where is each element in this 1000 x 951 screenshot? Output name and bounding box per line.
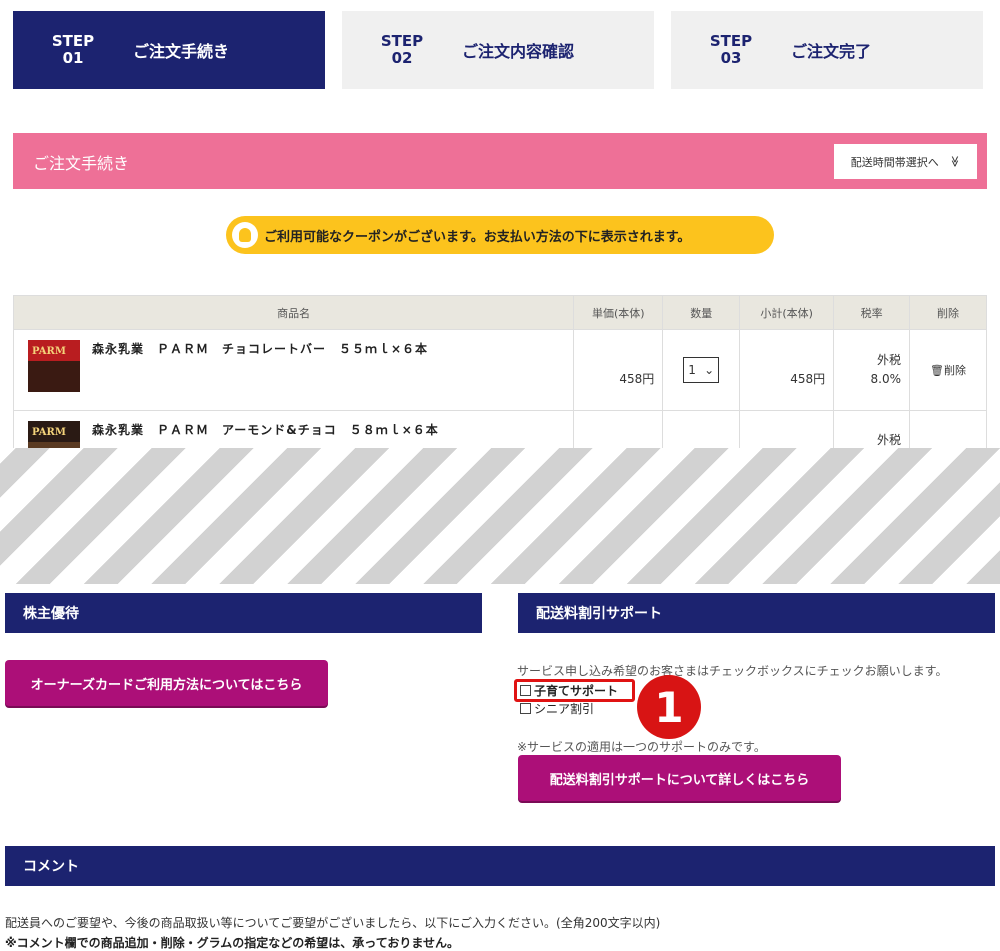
step-badge: 1 [637,675,701,739]
step-label: ご注文内容確認 [462,42,575,61]
shipping-support-details-button[interactable]: 配送料割引サポートについて詳しくはこちら [518,755,841,801]
chevron-down-icon: ≫ [947,155,960,168]
trash-icon: 🗑 [930,364,944,377]
step-03: STEP 03 ご注文完了 [671,11,983,89]
delete-button[interactable]: 🗑削除 [909,329,987,411]
comment-warning: ※コメント欄での商品追加・削除・グラムの指定などの希望は、承っておりません。 [5,936,459,950]
col-subtotal: 小計(本体) [739,295,835,330]
service-note: ※サービスの適用は一つのサポートのみです。 [517,740,766,754]
checkbox[interactable] [520,703,531,714]
lightbulb-icon [232,222,258,248]
product-cell: PARM 森永乳業 ＰＡＲＭ チョコレートバー ５５ｍｌ×６本 [14,330,573,410]
senior-discount-checkbox[interactable]: シニア割引 [520,700,594,717]
step-label: ご注文完了 [791,42,872,61]
delivery-time-button[interactable]: 配送時間帯選択へ ≫ [834,144,977,179]
product-name[interactable]: 森永乳業 ＰＡＲＭ アーモンド&チョコ ５８ｍｌ×６本 [92,421,439,438]
section-header: ご注文手続き 配送時間帯選択へ ≫ [13,133,987,189]
tax-cell: 外税 8.0% [833,329,911,411]
step-01: STEP 01 ご注文手続き [13,11,325,89]
col-unit-price: 単価(本体) [573,295,664,330]
col-product: 商品名 [12,295,575,330]
step-number: STEP 01 [51,32,95,67]
step-label: ご注文手続き [133,42,230,61]
page-title: ご注文手続き [33,154,130,173]
product-image[interactable]: PARM [28,340,80,392]
unit-price: 458円 [573,329,664,411]
coupon-banner: ご利用可能なクーポンがございます。お支払い方法の下に表示されます。 [226,216,774,254]
delivery-time-label: 配送時間帯選択へ [850,156,939,169]
quantity-select[interactable]: 1 ⌄ [683,357,720,383]
service-instruction: サービス申し込み希望のお客さまはチェックボックスにチェックお願いします。 [517,664,948,678]
comment-description: 配送員へのご要望や、今後の商品取扱い等についてご要望がございましたら、以下にご入… [5,916,661,930]
table-row: PARM 森永乳業 ＰＡＲＭ チョコレートバー ５５ｍｌ×６本 458円 1 ⌄ … [12,329,987,411]
col-tax: 税率 [833,295,911,330]
subtotal: 458円 [739,329,835,411]
col-delete: 削除 [909,295,987,330]
chevron-down-icon: ⌄ [704,363,715,377]
shareholder-title: 株主優待 [5,593,482,633]
step-number: STEP 02 [380,32,424,67]
shipping-support-title: 配送料割引サポート [518,593,995,633]
owners-card-button[interactable]: オーナーズカードご利用方法についてはこちら [5,660,328,706]
step-number: STEP 03 [709,32,753,67]
step-02: STEP 02 ご注文内容確認 [342,11,654,89]
hatched-overlay [0,448,1000,584]
table-header-row: 商品名 単価(本体) 数量 小計(本体) 税率 削除 [12,295,987,330]
comment-title: コメント [5,846,995,886]
highlight-frame [514,679,635,702]
col-quantity: 数量 [662,295,741,330]
product-name[interactable]: 森永乳業 ＰＡＲＭ チョコレートバー ５５ｍｌ×６本 [92,340,428,357]
coupon-text: ご利用可能なクーポンがございます。お支払い方法の下に表示されます。 [264,229,691,245]
